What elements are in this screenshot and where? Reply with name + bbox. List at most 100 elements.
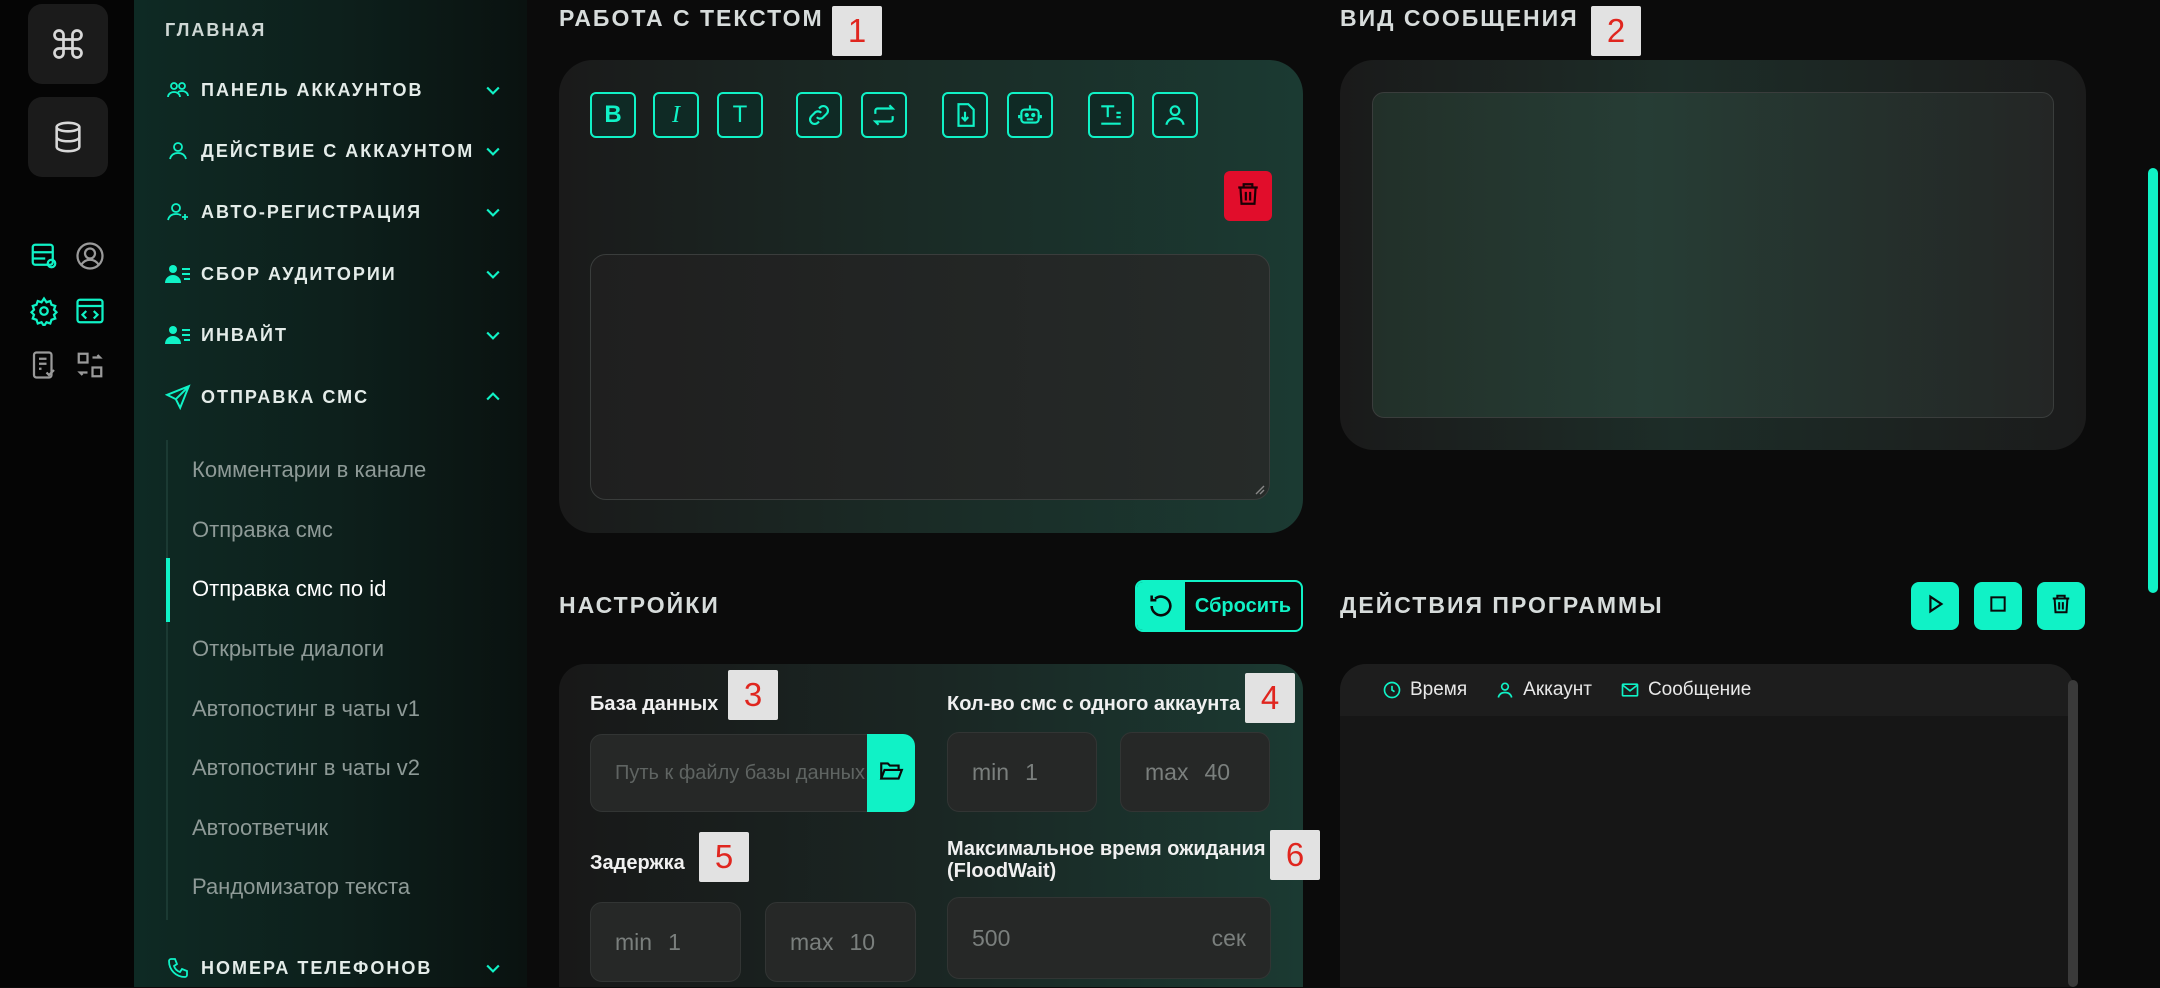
max-value: 40 xyxy=(1204,758,1231,785)
play-icon xyxy=(1924,593,1946,620)
submenu-item[interactable]: Автопостинг в чаты v1 xyxy=(192,696,420,722)
log-column-account[interactable]: Аккаунт xyxy=(1495,679,1592,701)
log-column-message[interactable]: Сообщение xyxy=(1620,679,1751,701)
database-path-input[interactable]: Путь к файлу базы данных xyxy=(590,734,870,812)
log-scrollbar[interactable] xyxy=(2068,680,2078,987)
floodwait-label-line2: (FloodWait) xyxy=(947,860,1057,882)
sidebar-section-auto-registration[interactable]: АВТО-РЕГИСТРАЦИЯ xyxy=(165,192,505,232)
browse-file-button[interactable] xyxy=(867,734,915,812)
reset-button[interactable]: Сбросить xyxy=(1135,580,1303,632)
sidebar-home[interactable]: ГЛАВНАЯ xyxy=(165,20,266,41)
icon-rail xyxy=(0,0,134,987)
table-settings-icon[interactable] xyxy=(26,238,62,274)
sms-max-input[interactable]: max 40 xyxy=(1120,732,1270,812)
user-list-icon xyxy=(165,261,191,287)
phone-icon xyxy=(165,955,191,981)
sms-count-label: Кол-во смс с одного аккаунта xyxy=(947,693,1241,715)
submenu-item[interactable]: Открытые диалоги xyxy=(192,636,384,662)
send-icon xyxy=(165,384,191,410)
page-scrollbar[interactable] xyxy=(2148,168,2158,593)
italic-button[interactable]: I xyxy=(653,92,699,138)
text-work-title: РАБОТА С ТЕКСТОМ xyxy=(559,5,824,31)
bold-button[interactable]: B xyxy=(590,92,636,138)
reset-button-label: Сбросить xyxy=(1194,594,1292,617)
user-list-icon xyxy=(165,322,191,348)
delay-max-input[interactable]: max 10 xyxy=(765,902,916,982)
file-import-icon[interactable] xyxy=(942,92,988,138)
max-key: max xyxy=(790,928,834,955)
sidebar-section-audience[interactable]: СБОР АУДИТОРИИ xyxy=(165,254,505,294)
chevron-up-icon xyxy=(481,385,505,409)
annotation-badge-4: 4 xyxy=(1245,673,1295,723)
active-indicator xyxy=(166,558,170,622)
clear-text-button[interactable] xyxy=(1224,171,1272,221)
user-icon xyxy=(165,138,191,164)
floodwait-unit: сек xyxy=(1211,924,1246,951)
transfer-icon[interactable] xyxy=(72,347,108,383)
text-format-icon[interactable] xyxy=(1088,92,1134,138)
annotation-badge-3: 3 xyxy=(728,670,778,720)
link-icon[interactable] xyxy=(796,92,842,138)
log-header: Время Аккаунт Сообщение xyxy=(1340,664,2074,716)
command-icon[interactable] xyxy=(28,4,108,84)
sidebar-section-send-sms[interactable]: ОТПРАВКА СМС xyxy=(165,377,505,417)
sidebar-section-accounts-panel[interactable]: ПАНЕЛЬ АККАУНТОВ xyxy=(165,70,505,110)
users-icon xyxy=(165,77,191,103)
sidebar-section-label: СБОР АУДИТОРИИ xyxy=(201,263,397,284)
floodwait-value: 500 xyxy=(972,924,1011,951)
mail-icon xyxy=(1620,680,1640,700)
annotation-badge-5: 5 xyxy=(699,832,749,882)
submenu-item[interactable]: Автопостинг в чаты v2 xyxy=(192,755,420,781)
play-button[interactable] xyxy=(1911,582,1959,630)
clock-icon xyxy=(1382,680,1402,700)
gear-icon[interactable] xyxy=(26,293,62,329)
stop-button[interactable] xyxy=(1974,582,2022,630)
actions-title: ДЕЙСТВИЯ ПРОГРАММЫ xyxy=(1340,592,1664,618)
chevron-down-icon xyxy=(481,200,505,224)
log-column-label: Время xyxy=(1410,679,1468,700)
user-plus-icon xyxy=(165,199,191,225)
user-icon xyxy=(1495,680,1515,700)
sidebar-section-label: НОМЕРА ТЕЛЕФОНОВ xyxy=(201,957,433,978)
min-key: min xyxy=(615,928,653,955)
log-column-time[interactable]: Время xyxy=(1382,679,1467,701)
user-circle-icon[interactable] xyxy=(72,238,108,274)
checklist-icon[interactable] xyxy=(26,347,62,383)
clear-log-button[interactable] xyxy=(2037,582,2085,630)
floodwait-input[interactable]: 500 сек xyxy=(947,897,1271,979)
sidebar-section-label: ДЕЙСТВИЕ С АККАУНТОМ xyxy=(201,140,475,161)
preview-title: ВИД СООБЩЕНИЯ xyxy=(1340,5,1579,31)
sidebar-section-account-action[interactable]: ДЕЙСТВИЕ С АККАУНТОМ xyxy=(165,131,505,171)
submenu-item-active[interactable]: Отправка смс по id xyxy=(192,576,386,602)
sidebar: ГЛАВНАЯ ПАНЕЛЬ АККАУНТОВ ДЕЙСТВИЕ С АККА… xyxy=(134,0,527,987)
trash-icon xyxy=(2050,592,2072,621)
sidebar-section-phone-numbers[interactable]: НОМЕРА ТЕЛЕФОНОВ xyxy=(165,948,505,988)
actions-log: Время Аккаунт Сообщение xyxy=(1340,664,2074,987)
database-label: База данных xyxy=(590,693,719,715)
message-textarea[interactable] xyxy=(590,254,1270,500)
sidebar-section-label: ОТПРАВКА СМС xyxy=(201,386,370,407)
chevron-down-icon xyxy=(481,78,505,102)
delay-min-input[interactable]: min 1 xyxy=(590,902,741,982)
submenu-item[interactable]: Комментарии в канале xyxy=(192,457,426,483)
trash-icon xyxy=(1235,180,1261,213)
min-value: 1 xyxy=(1025,758,1038,785)
submenu-item[interactable]: Отправка смс xyxy=(192,517,333,543)
folder-open-icon xyxy=(877,758,905,789)
annotation-badge-2: 2 xyxy=(1591,6,1641,56)
chevron-down-icon xyxy=(481,139,505,163)
database-icon[interactable] xyxy=(28,97,108,177)
submenu-item[interactable]: Автоответчик xyxy=(192,815,328,841)
floodwait-label: Максимальное время ожидания (FloodWait) xyxy=(947,838,1266,882)
code-window-icon[interactable] xyxy=(72,293,108,329)
sidebar-section-invite[interactable]: ИНВАЙТ xyxy=(165,315,505,355)
plain-text-button[interactable]: T xyxy=(717,92,763,138)
max-value: 10 xyxy=(849,928,876,955)
user-icon[interactable] xyxy=(1152,92,1198,138)
chevron-down-icon xyxy=(481,956,505,980)
min-key: min xyxy=(972,758,1010,785)
submenu-item[interactable]: Рандомизатор текста xyxy=(192,874,410,900)
repeat-icon[interactable] xyxy=(861,92,907,138)
sms-min-input[interactable]: min 1 xyxy=(947,732,1097,812)
robot-icon[interactable] xyxy=(1007,92,1053,138)
